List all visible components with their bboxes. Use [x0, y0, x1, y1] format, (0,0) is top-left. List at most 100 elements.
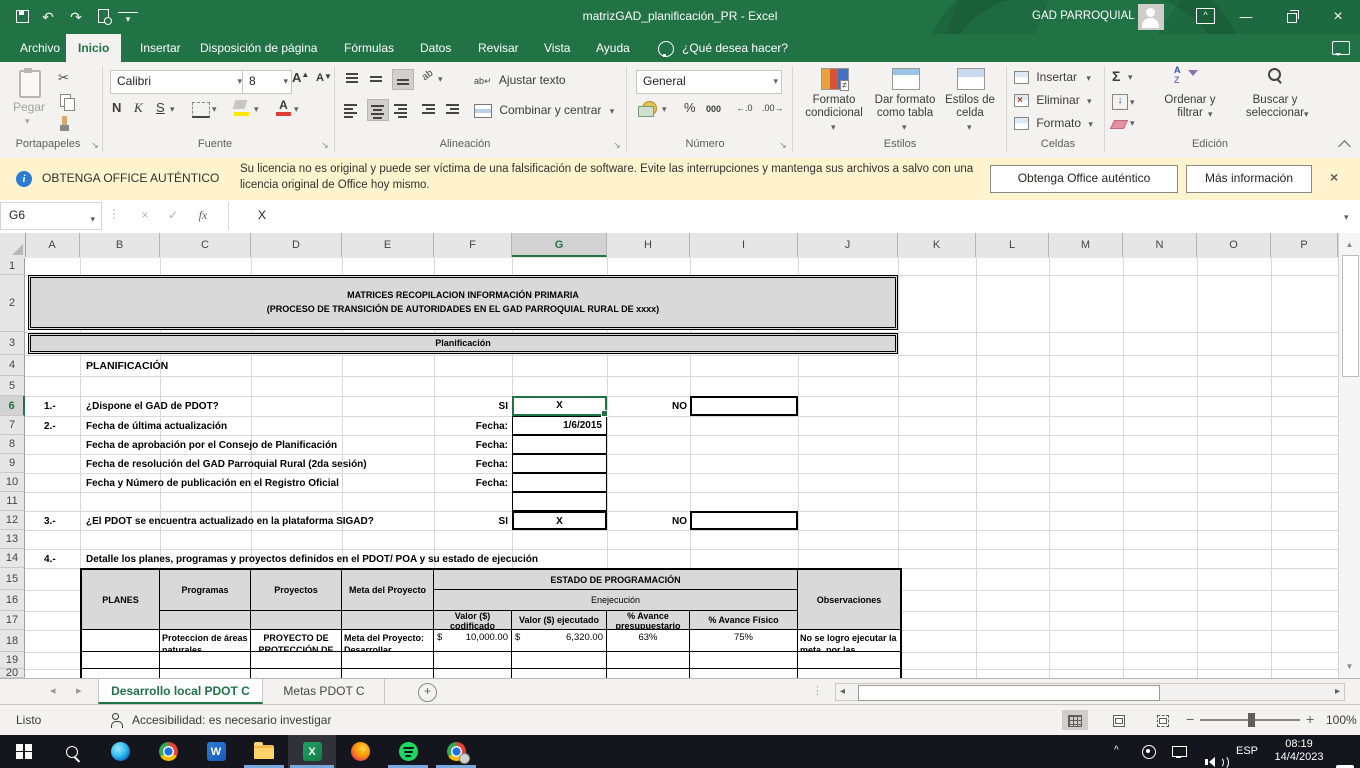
table-header-empty-d[interactable]	[251, 611, 342, 630]
row-header-15[interactable]: 15	[0, 568, 25, 590]
tab-insertar[interactable]: Insertar	[128, 34, 193, 62]
cell-q6-si[interactable]: SI	[434, 512, 508, 531]
table-cell-ejecutado-18[interactable]: $ 6,320.00	[512, 630, 607, 652]
table-cell-empty[interactable]	[512, 669, 607, 678]
accounting-dropdown-icon[interactable]: ▾	[662, 104, 667, 115]
row-header-18[interactable]: 18	[0, 630, 25, 652]
column-header-c[interactable]: C	[160, 233, 251, 257]
decrease-decimal-icon[interactable]: .00→	[762, 103, 784, 113]
fill-color-icon[interactable]	[232, 100, 251, 118]
volume-icon[interactable]	[1204, 757, 1215, 767]
cell-q1-number[interactable]: 1.-	[44, 397, 56, 416]
scroll-left-icon[interactable]: ◂	[840, 686, 845, 697]
column-header-n[interactable]: N	[1123, 233, 1197, 257]
horizontal-scroll-thumb[interactable]	[858, 685, 1160, 701]
font-color-dropdown-icon[interactable]: ▾	[294, 104, 299, 115]
row-header-14[interactable]: 14	[0, 549, 25, 568]
cell-q4-value[interactable]	[512, 454, 607, 473]
ribbon-display-options-icon[interactable]: ^	[1196, 8, 1215, 24]
cell-q2-fecha[interactable]: Fecha:	[434, 417, 508, 436]
font-size-select[interactable]: 8 ▾	[242, 70, 292, 94]
row-header-8[interactable]: 8	[0, 435, 25, 454]
paste-button[interactable]: Pegar ▾	[8, 68, 50, 134]
table-cell-empty[interactable]	[160, 669, 251, 678]
clear-dropdown-icon[interactable]: ▾	[1130, 118, 1135, 129]
tab-vista[interactable]: Vista	[532, 34, 582, 62]
column-header-m[interactable]: M	[1049, 233, 1123, 257]
autosum-icon[interactable]: Σ	[1112, 68, 1120, 84]
sheet-nav-left-icon[interactable]: ◂	[50, 684, 56, 697]
table-cell-avance-fis-18[interactable]: 75%	[690, 630, 798, 652]
insert-function-icon[interactable]: fx	[192, 204, 214, 226]
table-header-avance-fisico[interactable]: % Avance Físico	[690, 611, 798, 630]
cell-q6-no-box[interactable]	[690, 511, 798, 530]
formula-bar-handle-icon[interactable]: ⋮	[108, 207, 120, 221]
cell-matrix-title[interactable]: MATRICES RECOPILACION INFORMACIÓN PRIMAR…	[28, 275, 898, 330]
scroll-down-icon[interactable]: ▼	[1341, 658, 1358, 675]
tab-datos[interactable]: Datos	[408, 34, 463, 62]
font-dialog-launcher-icon[interactable]: ↘	[318, 138, 332, 152]
table-header-estado[interactable]: ESTADO DE PROGRAMACIÓN	[434, 570, 798, 590]
align-bottom-icon[interactable]	[392, 69, 414, 90]
tabbar-splitter-icon[interactable]: ⋮	[812, 684, 823, 697]
scroll-right-icon[interactable]: ▸	[1335, 686, 1340, 697]
orientation-icon[interactable]: ab	[420, 68, 435, 83]
table-cell-empty[interactable]	[342, 669, 434, 678]
row-header-9[interactable]: 9	[0, 454, 25, 473]
accounting-format-icon[interactable]	[642, 101, 657, 116]
table-cell-meta-18[interactable]: Meta del Proyecto: Desarrollar	[342, 630, 434, 652]
orientation-dropdown-icon[interactable]: ▾	[438, 74, 443, 85]
close-icon[interactable]: ×	[1316, 0, 1360, 34]
collapse-ribbon-icon[interactable]	[1338, 140, 1351, 153]
cut-icon[interactable]: ✂	[58, 70, 69, 86]
table-cell-empty[interactable]	[434, 652, 512, 669]
autosum-dropdown-icon[interactable]: ▾	[1128, 72, 1133, 83]
comma-style-icon[interactable]: 000	[706, 104, 721, 114]
column-header-i[interactable]: I	[690, 233, 798, 257]
table-cell-empty[interactable]	[798, 652, 900, 669]
tab-inicio[interactable]: Inicio	[66, 34, 121, 62]
word-icon[interactable]: W	[192, 735, 240, 768]
decrease-indent-icon[interactable]	[422, 100, 442, 118]
table-cell-empty[interactable]	[607, 669, 690, 678]
sheet-grid[interactable]: 1 2 3 4 5 6 7 8 9 10 11 12 13 14 15 16 1…	[0, 258, 1338, 678]
firefox-icon[interactable]	[336, 735, 384, 768]
avatar[interactable]	[1138, 4, 1164, 30]
font-name-select[interactable]: Calibri ▾	[110, 70, 246, 94]
cell-q6-number[interactable]: 3.-	[44, 512, 56, 531]
row-header-12[interactable]: 12	[0, 511, 25, 530]
scroll-up-icon[interactable]: ▲	[1341, 236, 1358, 253]
cell-q1-label[interactable]: ¿Dispone el GAD de PDOT?	[86, 397, 219, 416]
formula-input[interactable]: X	[258, 208, 266, 222]
cell-q3-label[interactable]: Fecha de aprobación por el Consejo de Pl…	[86, 436, 337, 455]
user-name[interactable]: GAD PARROQUIAL	[1032, 10, 1135, 22]
selected-cell-g6[interactable]: X	[512, 396, 607, 416]
alignment-dialog-launcher-icon[interactable]: ↘	[610, 138, 624, 152]
increase-font-icon[interactable]: A▲	[292, 70, 309, 85]
zoom-out-icon[interactable]: −	[1186, 711, 1194, 727]
column-header-k[interactable]: K	[898, 233, 976, 257]
language-indicator[interactable]: ESP	[1236, 745, 1258, 757]
underline-dropdown-icon[interactable]: ▾	[170, 104, 175, 115]
cell-q5-value2[interactable]	[512, 492, 607, 511]
borders-icon[interactable]	[192, 102, 210, 118]
row-header-20[interactable]: 20	[0, 669, 25, 678]
column-header-a[interactable]: A	[25, 233, 80, 257]
table-header-ejecucion[interactable]: Enejecución	[434, 590, 798, 611]
cell-planificacion-subtitle[interactable]: Planificación	[28, 333, 898, 354]
bold-button[interactable]: N	[112, 100, 121, 115]
cell-q6-no[interactable]: NO	[607, 512, 687, 531]
table-cell-planes-18[interactable]	[82, 630, 160, 652]
cell-q3-value[interactable]	[512, 435, 607, 454]
row-header-10[interactable]: 10	[0, 473, 25, 492]
name-box[interactable]: G6 ▾	[0, 202, 102, 230]
sheet-tab-desarrollo[interactable]: Desarrollo local PDOT C	[98, 679, 263, 704]
table-header-valor-codificado[interactable]: Valor ($) codificado	[434, 611, 512, 630]
row-header-2[interactable]: 2	[0, 275, 25, 332]
zoom-level[interactable]: 100%	[1326, 713, 1357, 727]
align-left-icon[interactable]	[344, 100, 364, 118]
select-all-corner[interactable]	[0, 233, 26, 257]
merge-center-button[interactable]: Combinar y centrar ▾	[474, 100, 614, 120]
copy-icon[interactable]	[60, 94, 71, 107]
chrome-profile-icon[interactable]	[432, 735, 480, 768]
